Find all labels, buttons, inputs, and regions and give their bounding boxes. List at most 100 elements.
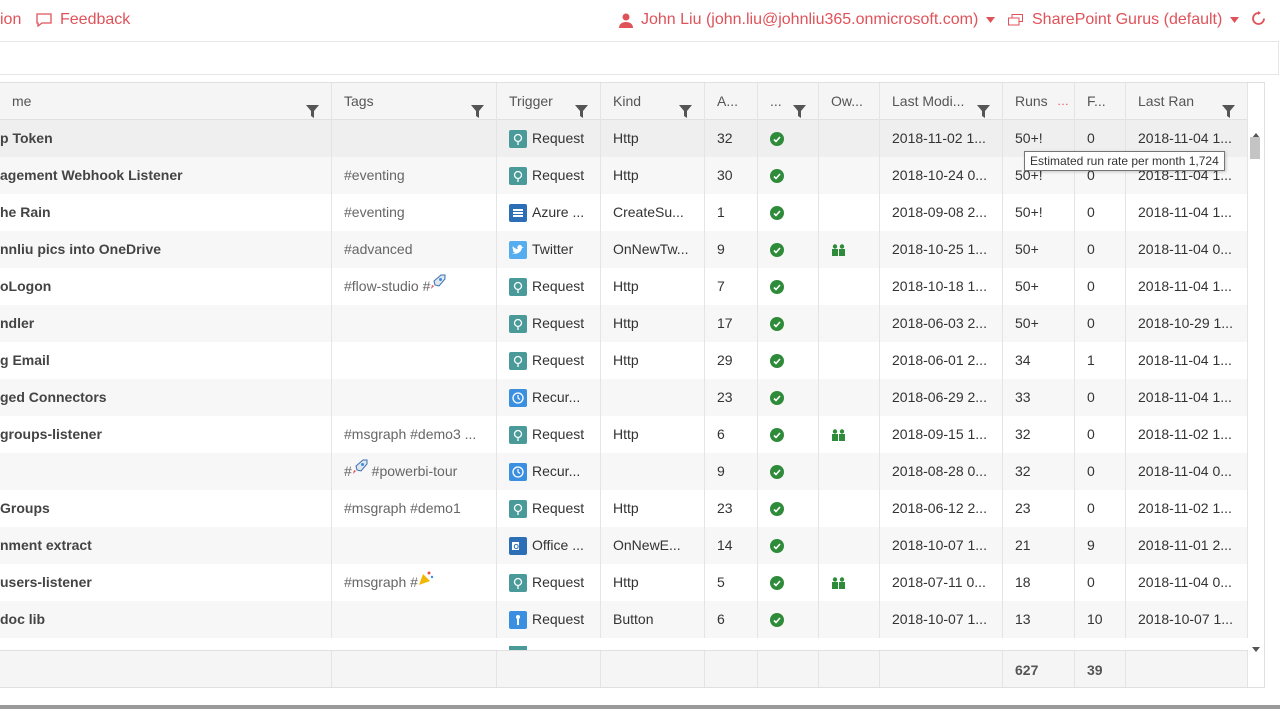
cell-kind: Http (601, 342, 705, 379)
environment-menu[interactable]: SharePoint Gurus (default) (1008, 11, 1240, 29)
table-row[interactable]: # #powerbi-tour Recur... 9 2018-08-28 0... 3… (0, 453, 1248, 490)
flow-name-link[interactable]: oLogon (0, 268, 332, 305)
scrollbar-thumb[interactable] (1250, 137, 1260, 159)
flow-name-link[interactable]: p Token (0, 120, 332, 157)
cell-tags: #eventing (332, 194, 497, 231)
cell-trigger: Request (497, 564, 601, 601)
cell-kind: Http (601, 120, 705, 157)
column-header-last-ran[interactable]: Last Ran (1126, 83, 1248, 120)
refresh-button[interactable] (1251, 11, 1266, 26)
cell-last-modified: 2018-06-12 2... (880, 490, 1003, 527)
request-trigger-icon (509, 129, 527, 148)
column-header-kind[interactable]: Kind (601, 83, 705, 120)
table-row[interactable]: users-listener #msgraph # Request Http 5 2018… (0, 564, 1248, 601)
table-row[interactable]: oLogon #flow-studio # Request Http 7 2018-10-… (0, 268, 1248, 305)
column-header-label: me (12, 93, 32, 109)
footer-cell-tags (332, 651, 497, 687)
status-success-icon (770, 391, 784, 405)
cell-kind (601, 453, 705, 490)
cell-failures: 0 (1075, 305, 1126, 342)
flow-name-link[interactable]: groups-listener (0, 416, 332, 453)
column-header-tags[interactable]: Tags (332, 83, 497, 120)
trigger-label: Request (532, 130, 585, 146)
cell-failures: 0 (1075, 194, 1126, 231)
flow-name-link[interactable]: ged Connectors (0, 379, 332, 416)
cell-actions: 23 (705, 490, 758, 527)
filter-icon[interactable] (679, 95, 692, 120)
cell-last-modified: 2018-10-18 1... (880, 268, 1003, 305)
filter-icon[interactable] (1222, 95, 1235, 120)
shared-owners-icon (831, 244, 847, 256)
trigger-label: Recur... (532, 463, 581, 479)
cell-status (758, 453, 819, 490)
table-row[interactable]: ndler Request Http 17 2018-06-03 2... 50+ 0 201… (0, 305, 1248, 342)
cell-owner (819, 120, 880, 157)
vertical-scrollbar[interactable] (1248, 120, 1264, 652)
cell-owner (819, 527, 880, 564)
flow-name-link[interactable]: nment extract (0, 527, 332, 564)
scroll-down-icon[interactable] (1252, 639, 1260, 657)
status-success-icon (770, 206, 784, 220)
cell-kind: OnNewE... (601, 527, 705, 564)
column-header-status[interactable]: ... (758, 83, 819, 120)
column-header-actions[interactable]: A... (705, 83, 758, 120)
table-row[interactable]: nnliu pics into OneDrive #advanced Twitter… (0, 231, 1248, 268)
column-header-name[interactable]: me (0, 83, 332, 120)
filter-icon[interactable] (977, 95, 990, 120)
table-row[interactable]: ged Connectors Recur... 23 2018-06-29 2... 3… (0, 379, 1248, 416)
tag-text: #eventing (344, 167, 405, 183)
flow-name-link[interactable]: doc lib (0, 601, 332, 638)
column-header-failures[interactable]: F... (1075, 83, 1126, 120)
cell-tags (332, 601, 497, 638)
request-trigger-icon (509, 277, 527, 296)
azure-trigger-icon (509, 203, 527, 222)
trigger-label: Request (532, 574, 585, 590)
table-row[interactable]: nment extract O Office ... OnNewE... 14 2018-… (0, 527, 1248, 564)
column-header-runs[interactable]: Runs… (1003, 83, 1075, 120)
column-header-trigger[interactable]: Trigger (497, 83, 601, 120)
flow-name-link[interactable] (0, 453, 332, 490)
cell-actions: 6 (705, 416, 758, 453)
table-row[interactable]: groups-listener #msgraph #demo3 ... Reques… (0, 416, 1248, 453)
flow-name-link[interactable]: Groups (0, 490, 332, 527)
trigger-label: Request (532, 167, 585, 183)
environment-icon (1008, 14, 1023, 26)
tag-text: #msgraph #demo3 ... (344, 426, 477, 442)
user-menu[interactable]: John Liu (john.liu@johnliu365.onmicrosof… (619, 11, 996, 29)
filter-icon[interactable] (306, 95, 319, 120)
feedback-link[interactable]: Feedback (36, 11, 130, 29)
table-row[interactable]: Groups #msgraph #demo1 Request Http 23 2018-0… (0, 490, 1248, 527)
footer-cell-trigger (497, 651, 601, 687)
flow-name-link[interactable]: agement Webhook Listener (0, 157, 332, 194)
filter-icon[interactable] (793, 95, 806, 120)
shared-owners-icon (831, 429, 847, 441)
nav-partial-link[interactable]: ion (0, 11, 21, 29)
filter-icon[interactable] (471, 95, 484, 120)
grid-header: me Tags Trigger Kind A...... Ow... Last Modi..… (0, 83, 1248, 120)
cell-owner (819, 231, 880, 268)
user-label: John Liu (john.liu@johnliu365.onmicrosof… (641, 11, 979, 28)
twitter-trigger-icon (509, 240, 527, 259)
table-row[interactable]: he Rain #eventing Azure ... CreateSu... 1 201… (0, 194, 1248, 231)
table-row[interactable]: g Email Request Http 29 2018-06-01 2... 34 1 20… (0, 342, 1248, 379)
table-row[interactable]: doc lib Request Button 6 2018-10-07 1... 13 10… (0, 601, 1248, 638)
column-header-owner[interactable]: Ow... (819, 83, 880, 120)
feedback-icon (36, 13, 52, 27)
cell-tags: #msgraph # (332, 564, 497, 601)
chevron-down-icon (986, 17, 996, 23)
cell-failures: 0 (1075, 564, 1126, 601)
status-success-icon (770, 465, 784, 479)
flow-name-link[interactable]: nnliu pics into OneDrive (0, 231, 332, 268)
column-header-last-modified[interactable]: Last Modi... (880, 83, 1003, 120)
flow-name-link[interactable]: g Email (0, 342, 332, 379)
filter-icon[interactable] (575, 95, 588, 120)
cell-status (758, 490, 819, 527)
cell-owner (819, 490, 880, 527)
flow-name-link[interactable]: users-listener (0, 564, 332, 601)
footer-cell-owner (819, 651, 880, 687)
cell-tags: #msgraph #demo3 ... (332, 416, 497, 453)
cell-last-ran: 2018-11-01 2... (1126, 527, 1248, 564)
flow-name-link[interactable]: ndler (0, 305, 332, 342)
cell-status (758, 120, 819, 157)
flow-name-link[interactable]: he Rain (0, 194, 332, 231)
